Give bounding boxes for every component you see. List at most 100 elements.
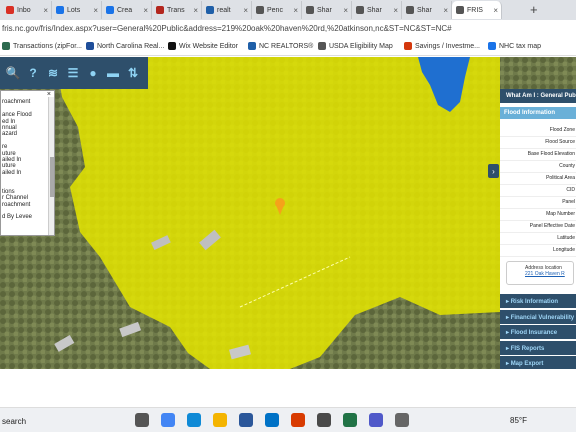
panel-title: What Am I : General Public bbox=[500, 89, 576, 103]
excel-icon[interactable] bbox=[343, 413, 357, 427]
panel-section-header[interactable]: ▸ Risk Information bbox=[500, 294, 576, 308]
legend-entry: d By Levee bbox=[2, 214, 33, 221]
word-icon[interactable] bbox=[239, 413, 253, 427]
outlook-icon[interactable] bbox=[265, 413, 279, 427]
section-label: Map Export bbox=[510, 361, 544, 367]
close-tab-icon[interactable]: × bbox=[43, 6, 48, 15]
panel-section-header[interactable]: ▸ Financial Vulnerability bbox=[500, 309, 576, 324]
bookmark-item[interactable]: USDA Eligibility Map bbox=[318, 42, 393, 50]
bookmark-item[interactable]: Savings / Investme... bbox=[404, 42, 480, 50]
browser-tab[interactable]: realt × bbox=[202, 1, 252, 19]
bookmark-favicon-icon bbox=[86, 42, 94, 50]
flood-field-label: Political Area bbox=[500, 173, 576, 185]
file-explorer-icon[interactable] bbox=[213, 413, 227, 427]
address-location-box: Address location 221 Oak Haven R bbox=[506, 261, 574, 285]
tab-label: FRIS bbox=[467, 6, 483, 14]
bookmark-label: Transactions (zipFor... bbox=[13, 42, 82, 50]
flood-field-label: CID bbox=[500, 185, 576, 197]
teams-icon[interactable] bbox=[369, 413, 383, 427]
flood-field-label: Map Number bbox=[500, 209, 576, 221]
map-toolbar: 🔍? ≋ ☰ ● ▬ ⇅ bbox=[0, 57, 148, 89]
list-icon[interactable]: ☰ bbox=[66, 66, 80, 80]
bookmark-label: Savings / Investme... bbox=[415, 42, 480, 50]
bulb-icon[interactable]: ● bbox=[86, 66, 100, 80]
browser-tab[interactable]: Inbo × bbox=[2, 1, 52, 19]
bookmark-item[interactable]: North Carolina Real... bbox=[86, 42, 164, 50]
browser-tab[interactable]: Shar × bbox=[402, 1, 452, 19]
coordinates-icon[interactable]: ⇅ bbox=[126, 66, 140, 80]
ruler-icon[interactable]: ▬ bbox=[106, 66, 120, 80]
bookmark-label: North Carolina Real... bbox=[97, 42, 165, 50]
close-tab-icon[interactable]: × bbox=[193, 6, 198, 15]
browser-tab-strip: Inbo × Lots × Crea × Trans × realt × Penc × Shar × Sha… bbox=[0, 0, 576, 20]
section-label: Risk Information bbox=[510, 299, 559, 305]
map-canvas[interactable] bbox=[0, 57, 576, 369]
tab-favicon-icon bbox=[6, 6, 14, 14]
help-icon[interactable]: ? bbox=[26, 66, 40, 80]
browser-tab[interactable]: Shar × bbox=[302, 1, 352, 19]
url-text[interactable]: fris.nc.gov/fris/Index.aspx?user=General… bbox=[2, 24, 452, 33]
tab-label: Shar bbox=[417, 6, 432, 14]
browser-tab[interactable]: Trans × bbox=[152, 1, 202, 19]
legend-scrollbar[interactable] bbox=[48, 97, 54, 235]
address-link[interactable]: 221 Oak Haven R bbox=[525, 271, 573, 277]
bookmark-item[interactable]: Transactions (zipFor... bbox=[2, 42, 82, 50]
tab-favicon-icon bbox=[56, 6, 64, 14]
edge-icon[interactable] bbox=[187, 413, 201, 427]
flood-information-header[interactable]: Flood Information bbox=[500, 107, 576, 119]
close-tab-icon[interactable]: × bbox=[293, 6, 298, 15]
tab-favicon-icon bbox=[156, 6, 164, 14]
windows-taskbar: search 85°F bbox=[0, 407, 576, 432]
flood-field-label: Latitude bbox=[500, 233, 576, 245]
tab-label: Inbo bbox=[17, 6, 31, 14]
browser-tab[interactable]: Penc × bbox=[252, 1, 302, 19]
address-bar[interactable]: fris.nc.gov/fris/Index.aspx?user=General… bbox=[0, 20, 576, 38]
bookmark-item[interactable]: NHC tax map bbox=[488, 42, 541, 50]
flood-field-label: Longitude bbox=[500, 245, 576, 257]
tab-label: Shar bbox=[367, 6, 382, 14]
bookmark-label: NC REALTORS® bbox=[259, 42, 314, 50]
panel-section-header[interactable]: ▸ Map Export bbox=[500, 356, 576, 370]
tab-label: Lots bbox=[67, 6, 81, 14]
section-label: Financial Vulnerability bbox=[510, 314, 575, 321]
close-tab-icon[interactable]: × bbox=[93, 6, 98, 15]
map-viewport[interactable]: 🔍? ≋ ☰ ● ▬ ⇅ × roachment ance Flood ed In nnual a… bbox=[0, 57, 576, 369]
section-label: Flood Insurance bbox=[510, 330, 558, 336]
bookmark-favicon-icon bbox=[404, 42, 412, 50]
bookmark-favicon-icon bbox=[2, 42, 10, 50]
bookmark-item[interactable]: NC REALTORS® bbox=[248, 42, 313, 50]
bookmark-label: Wix Website Editor bbox=[179, 42, 238, 50]
close-tab-icon[interactable]: × bbox=[493, 6, 498, 15]
close-tab-icon[interactable]: × bbox=[343, 6, 348, 15]
section-label: FIS Reports bbox=[510, 345, 545, 352]
close-tab-icon[interactable]: × bbox=[243, 6, 248, 15]
panel-toggle-button[interactable]: › bbox=[488, 164, 499, 178]
browser-tab[interactable]: Shar × bbox=[352, 1, 402, 19]
weather-widget[interactable]: 85°F bbox=[510, 416, 527, 425]
layers-icon[interactable]: ≋ bbox=[46, 66, 60, 80]
calendar-icon[interactable] bbox=[291, 413, 305, 427]
settings-icon[interactable] bbox=[395, 413, 409, 427]
browser-tab[interactable]: Crea × bbox=[102, 1, 152, 19]
task-view-icon[interactable] bbox=[135, 413, 149, 427]
flood-field-label: Flood Source bbox=[500, 137, 576, 149]
panel-section-header[interactable]: ▸ Flood Insurance bbox=[500, 325, 576, 339]
camera-icon[interactable] bbox=[317, 413, 331, 427]
search-icon[interactable]: 🔍 bbox=[6, 66, 21, 80]
bookmark-favicon-icon bbox=[488, 42, 496, 50]
panel-section-header[interactable]: ▸ FIS Reports bbox=[500, 340, 576, 355]
flood-field-label: Panel bbox=[500, 197, 576, 209]
close-tab-icon[interactable]: × bbox=[443, 6, 448, 15]
bookmarks-bar: Transactions (zipFor... North Carolina Re… bbox=[0, 38, 576, 56]
new-tab-button[interactable]: + bbox=[530, 2, 538, 17]
bookmark-favicon-icon bbox=[248, 42, 256, 50]
browser-tab[interactable]: FRIS × bbox=[452, 1, 502, 19]
taskbar-search[interactable]: search bbox=[2, 417, 26, 426]
close-tab-icon[interactable]: × bbox=[393, 6, 398, 15]
browser-tab[interactable]: Lots × bbox=[52, 1, 102, 19]
close-tab-icon[interactable]: × bbox=[143, 6, 148, 15]
tab-favicon-icon bbox=[106, 6, 114, 14]
bookmark-item[interactable]: Wix Website Editor bbox=[168, 42, 238, 50]
tab-label: Trans bbox=[167, 6, 185, 14]
chrome-icon[interactable] bbox=[161, 413, 175, 427]
